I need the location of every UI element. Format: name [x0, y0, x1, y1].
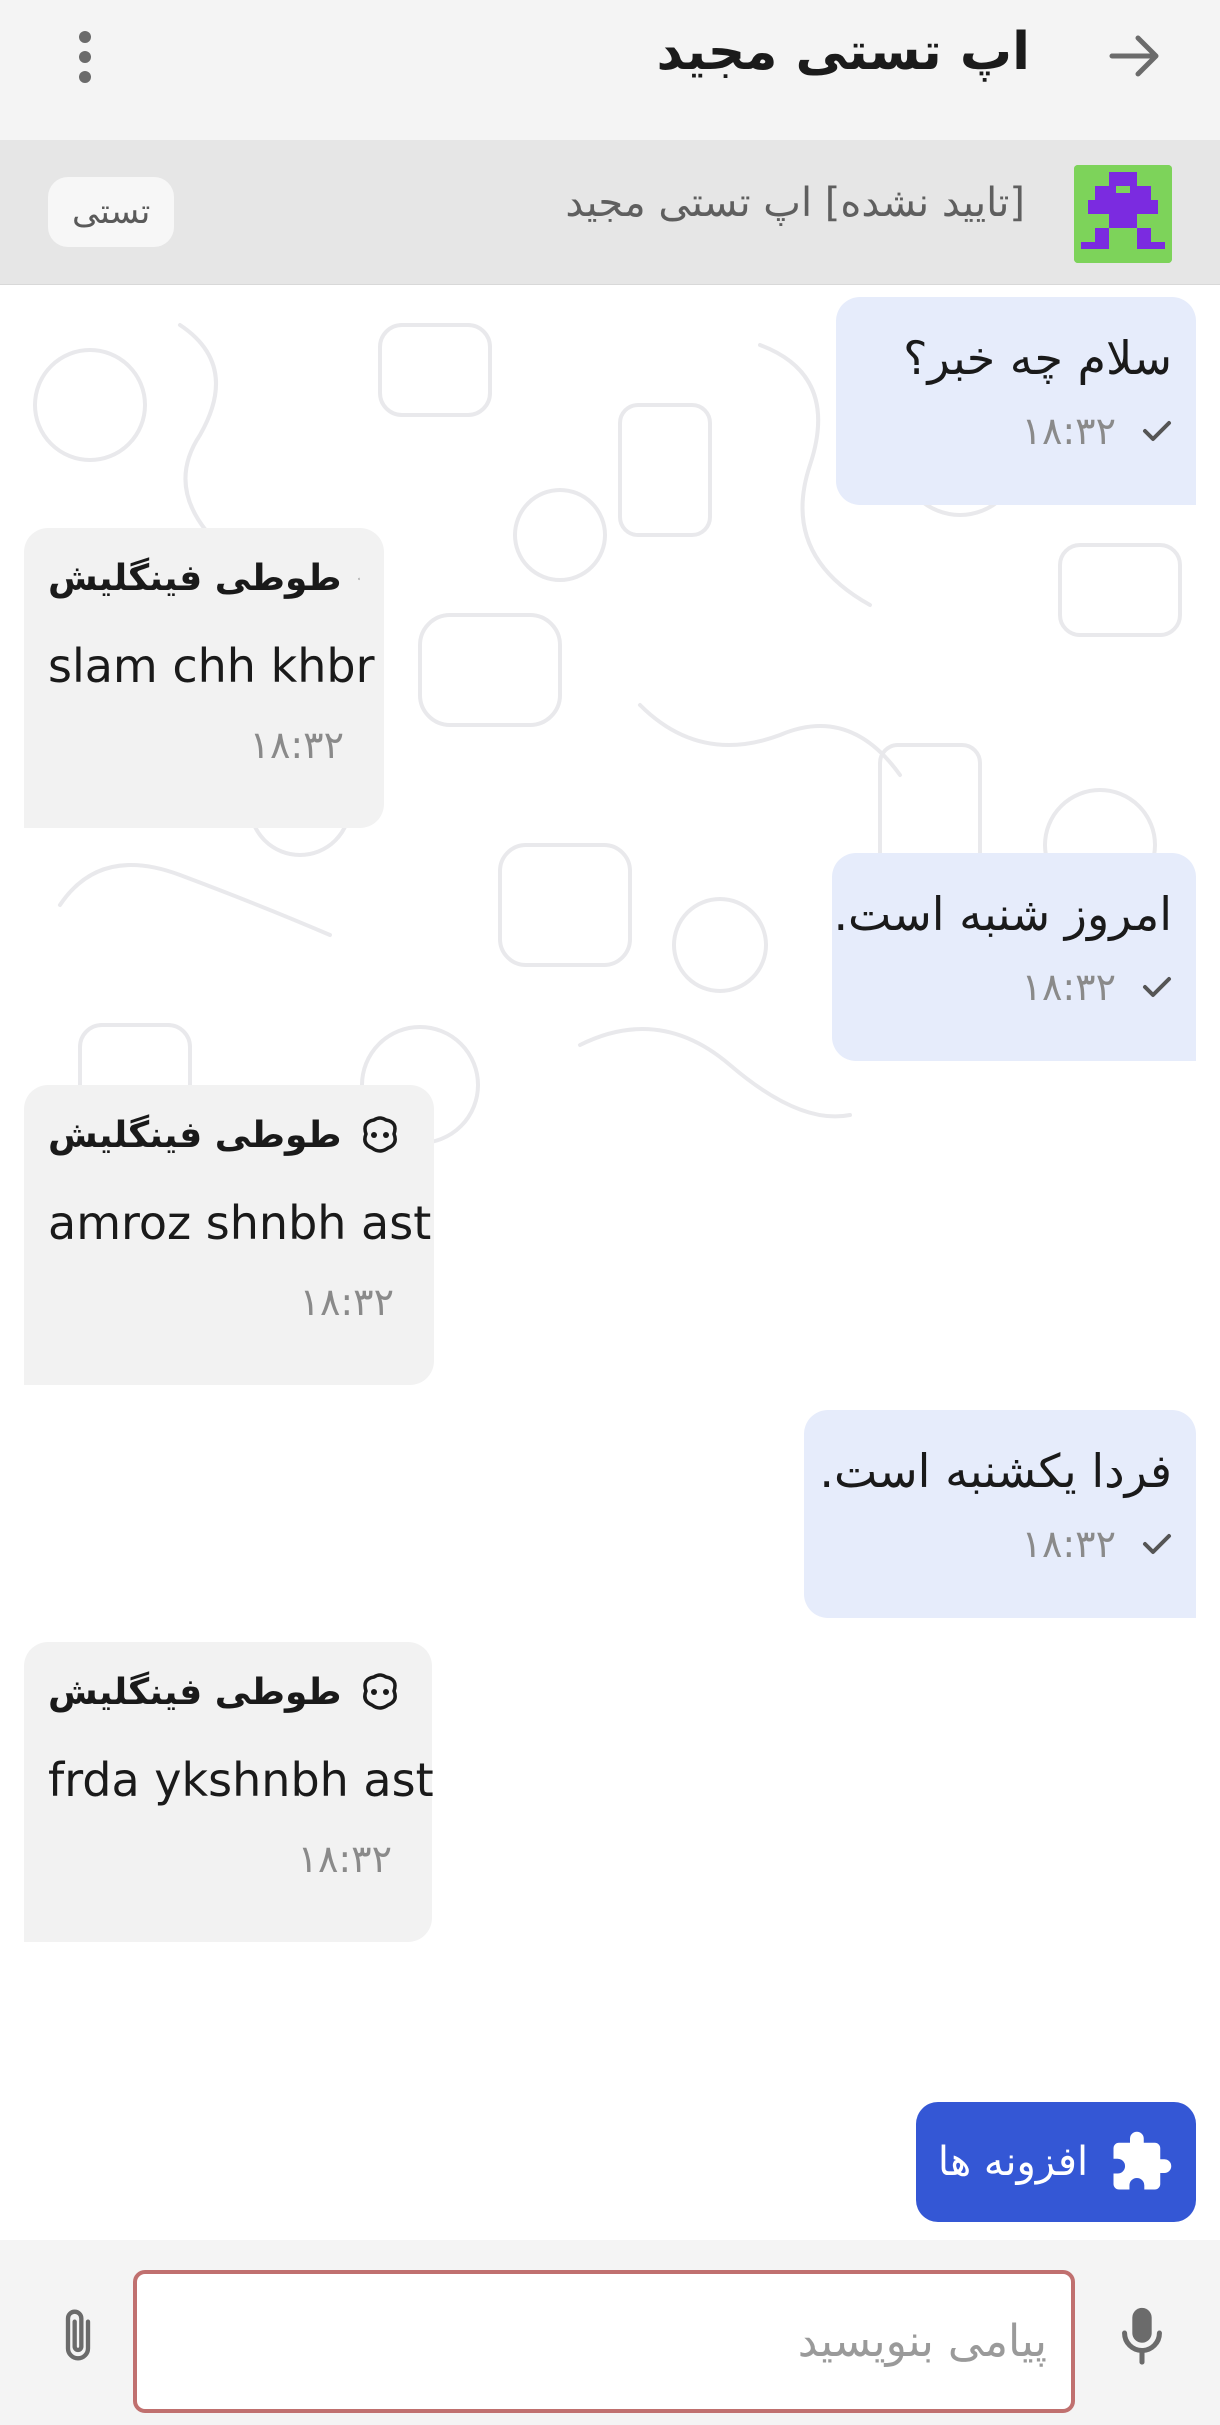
pixel-robot-avatar — [1074, 165, 1172, 263]
incoming-message[interactable]: طوطی فینگلیش frda ykshnbh ast ۱۸:۳۲ — [24, 1642, 434, 1942]
outgoing-message[interactable]: سلام چه خبر؟ ۱۸:۳۲ — [836, 297, 1196, 505]
message-meta: ۱۸:۳۲ — [856, 965, 1172, 1009]
message-input[interactable] — [133, 2270, 1075, 2413]
sender-name: طوطی فینگلیش — [48, 558, 342, 599]
puzzle-icon — [1113, 2131, 1172, 2190]
message-text: فردا یکشنبه است. — [819, 1444, 1172, 1498]
check-icon — [1143, 421, 1171, 441]
plugins-button[interactable]: افزونه ها — [916, 2102, 1196, 2222]
message-time: ۱۸:۳۲ — [249, 723, 344, 767]
attach-button[interactable] — [48, 2300, 108, 2370]
message-meta: ۱۸:۳۲ — [828, 1522, 1172, 1566]
message-meta: ۱۸:۳۲ — [860, 409, 1172, 453]
plugins-button-label: افزونه ها — [937, 2139, 1089, 2185]
chat-area[interactable]: سلام چه خبر؟ ۱۸:۳۲ طوطی فینگلیش slam chh… — [0, 285, 1220, 2240]
more-vertical-icon — [79, 31, 91, 83]
bot-name: [تایید نشده] اپ تستی مجید — [565, 180, 1025, 226]
bot-icon — [362, 1115, 397, 1153]
bot-info-bar[interactable]: تستی [تایید نشده] اپ تستی مجید — [0, 140, 1220, 285]
outgoing-message[interactable]: امروز شنبه است. ۱۸:۳۲ — [832, 853, 1196, 1061]
outgoing-message[interactable]: فردا یکشنبه است. ۱۸:۳۲ — [804, 1410, 1196, 1618]
back-button[interactable] — [1100, 26, 1170, 86]
voice-record-button[interactable] — [1112, 2300, 1172, 2370]
more-options-button[interactable] — [50, 28, 120, 86]
message-text: amroz shnbh ast — [48, 1196, 432, 1250]
message-text: slam chh khbr — [48, 639, 375, 693]
message-composer — [0, 2240, 1220, 2425]
incoming-message[interactable]: طوطی فینگلیش amroz shnbh ast ۱۸:۳۲ — [24, 1085, 434, 1385]
message-meta: ۱۸:۳۲ — [48, 723, 360, 767]
message-sender: طوطی فینگلیش — [48, 1672, 408, 1713]
bot-icon — [362, 1672, 397, 1710]
incoming-message[interactable]: طوطی فینگلیش slam chh khbr ۱۸:۳۲ — [24, 528, 384, 828]
sender-name: طوطی فینگلیش — [48, 1672, 342, 1713]
message-time: ۱۸:۳۲ — [299, 1280, 394, 1324]
message-sender: طوطی فینگلیش — [48, 1115, 410, 1156]
bot-tag-badge: تستی — [48, 177, 175, 247]
message-time: ۱۸:۳۲ — [1021, 965, 1116, 1009]
message-time: ۱۸:۳۲ — [1021, 409, 1116, 453]
message-text: frda ykshnbh ast — [48, 1753, 434, 1807]
paperclip-icon — [65, 2309, 91, 2361]
bot-icon — [357, 577, 360, 580]
message-time: ۱۸:۳۲ — [297, 1837, 392, 1881]
app-bar: اپ تستی مجید — [0, 0, 1220, 140]
message-meta: ۱۸:۳۲ — [48, 1280, 410, 1324]
sender-name: طوطی فینگلیش — [48, 1115, 342, 1156]
message-meta: ۱۸:۳۲ — [48, 1837, 408, 1881]
message-text: سلام چه خبر؟ — [903, 331, 1172, 385]
page-title: اپ تستی مجید — [656, 22, 1031, 82]
arrow-right-icon — [1109, 35, 1159, 77]
message-sender: طوطی فینگلیش — [48, 558, 360, 599]
check-icon — [1143, 1534, 1171, 1554]
message-time: ۱۸:۳۲ — [1021, 1522, 1116, 1566]
message-text: امروز شنبه است. — [833, 887, 1172, 941]
avatar — [1074, 165, 1172, 263]
microphone-icon — [1122, 2307, 1162, 2365]
check-icon — [1143, 977, 1171, 997]
